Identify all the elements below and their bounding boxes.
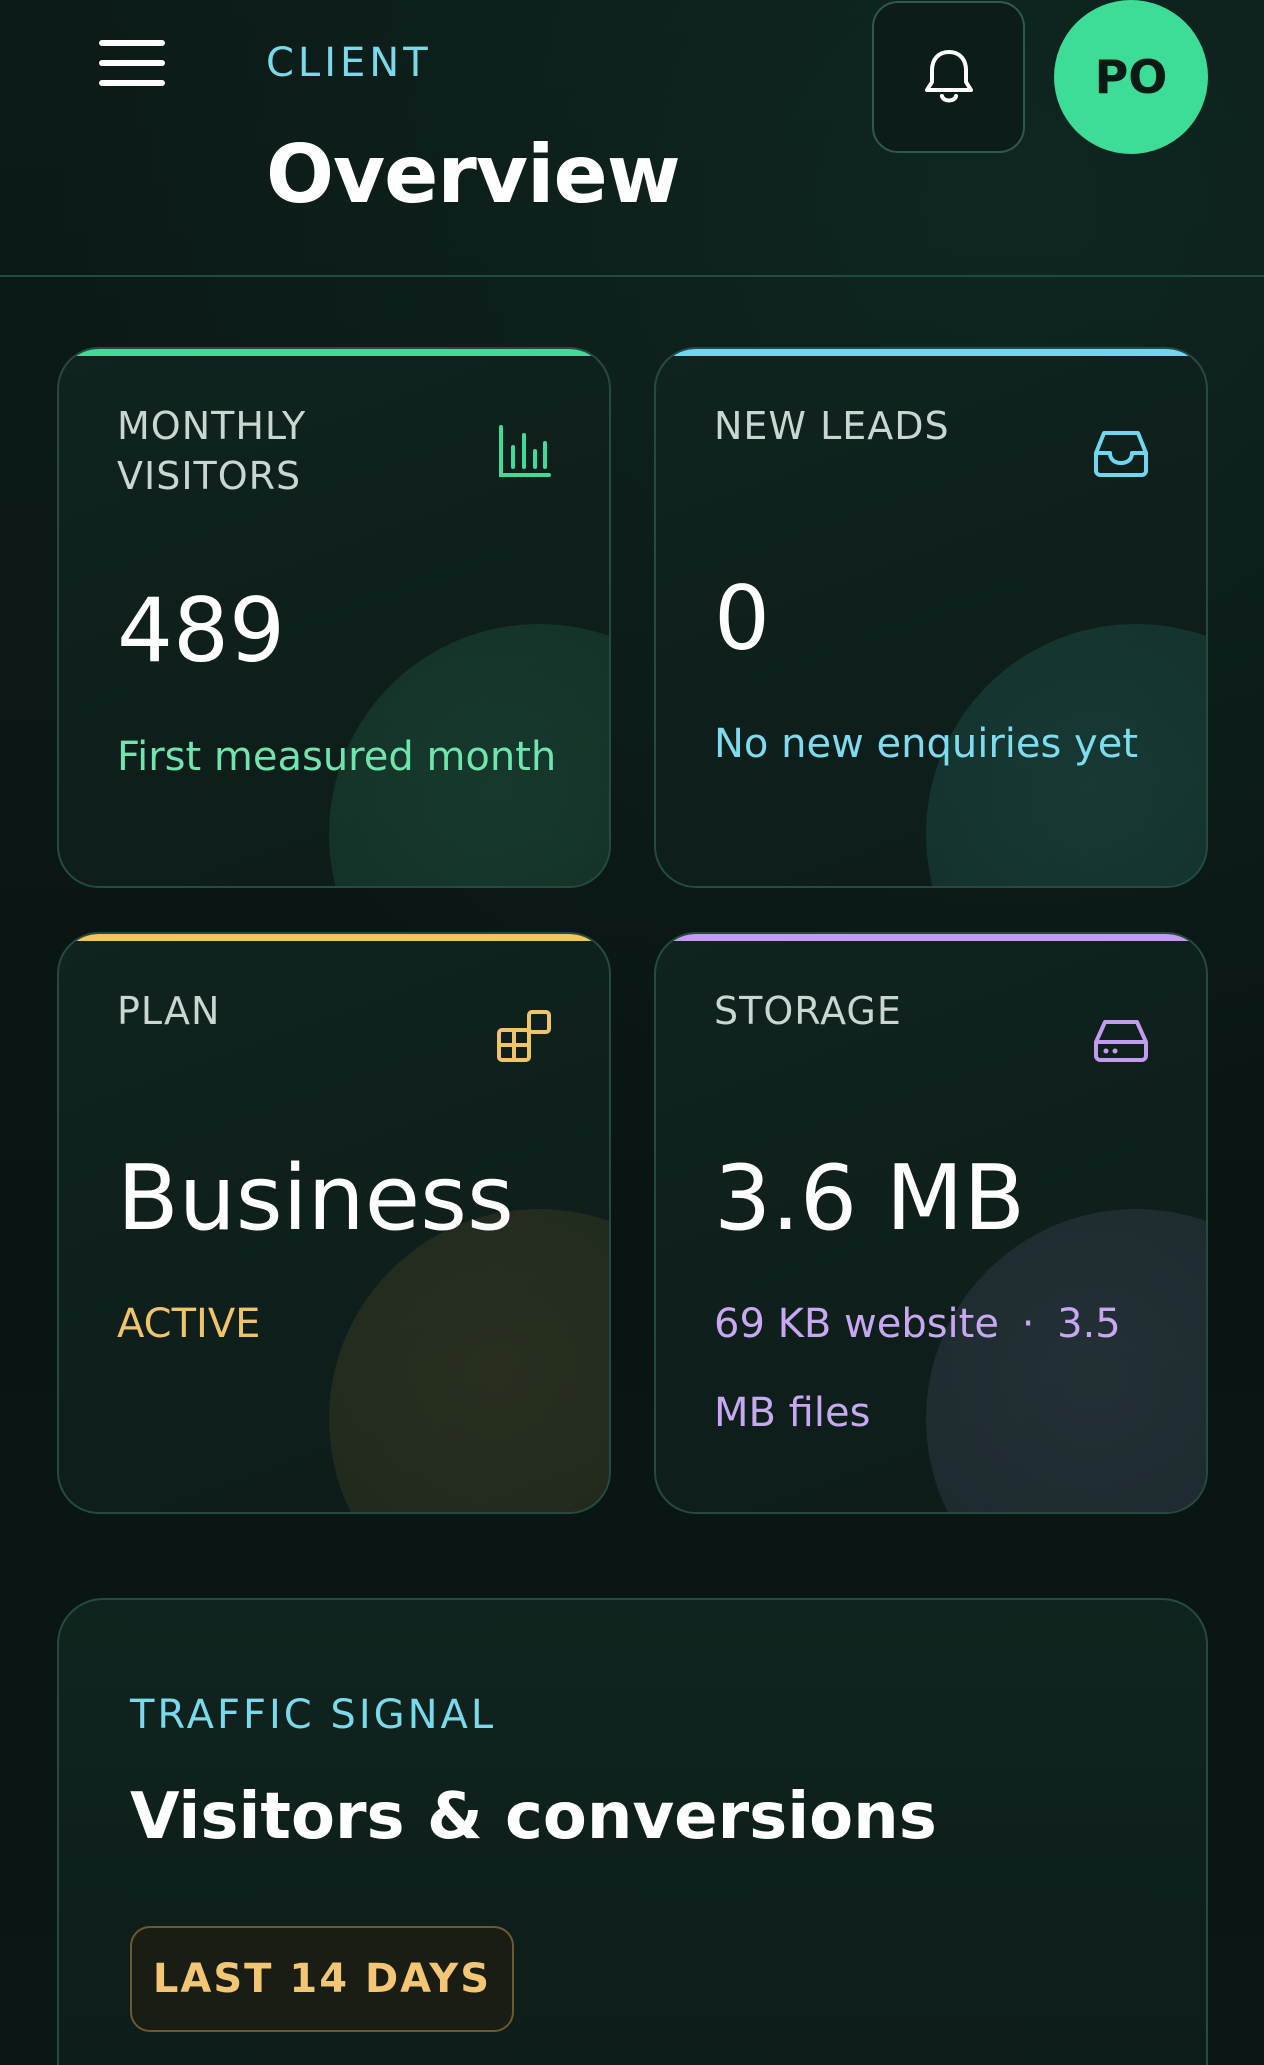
bell-icon <box>924 50 973 103</box>
card-label: NEW LEADS <box>714 404 950 448</box>
visitors-subtext: First measured month <box>117 734 557 780</box>
storage-website-size: 69 KB website <box>714 1301 999 1347</box>
card-accent-bar <box>656 349 1206 356</box>
monthly-visitors-card[interactable]: MONTHLY VISITORS 489 First measured mont… <box>57 347 611 888</box>
panel-eyebrow: TRAFFIC SIGNAL <box>130 1692 497 1738</box>
storage-card[interactable]: STORAGE 3.6 MB 69 KB website · 3.5 MB fi… <box>654 932 1208 1514</box>
panel-title: Visitors & conversions <box>130 1780 937 1854</box>
storage-files-amount: 3.5 <box>1057 1301 1121 1347</box>
user-avatar[interactable]: PO <box>1054 0 1208 154</box>
storage-value: 3.6 MB <box>714 1146 1026 1251</box>
hamburger-icon <box>99 40 165 46</box>
app-header: CLIENT Overview PO <box>0 0 1264 277</box>
header-eyebrow: CLIENT <box>266 40 432 86</box>
card-decoration <box>329 1209 609 1512</box>
storage-breakdown: 69 KB website · 3.5 <box>714 1279 1174 1369</box>
bar-chart-icon <box>499 425 551 477</box>
card-accent-bar <box>59 934 609 941</box>
date-range-chip[interactable]: LAST 14 DAYS <box>130 1926 514 2032</box>
card-label: MONTHLY VISITORS <box>117 404 307 498</box>
blocks-icon <box>497 1010 551 1062</box>
leads-value: 0 <box>714 567 770 670</box>
new-leads-card[interactable]: NEW LEADS 0 No new enquiries yet <box>654 347 1208 888</box>
page-title: Overview <box>266 128 681 221</box>
menu-button[interactable] <box>99 36 167 92</box>
hard-drive-icon <box>1094 1020 1148 1062</box>
card-label: PLAN <box>117 989 221 1033</box>
traffic-signal-panel: TRAFFIC SIGNAL Visitors & conversions LA… <box>57 1598 1208 2065</box>
notifications-button[interactable] <box>872 1 1025 153</box>
plan-status: ACTIVE <box>117 1301 261 1347</box>
visitors-value: 489 <box>117 579 285 682</box>
card-accent-bar <box>59 349 609 356</box>
storage-separator: · <box>1021 1301 1035 1347</box>
storage-files-unit: MB files <box>714 1390 871 1436</box>
card-accent-bar <box>656 934 1206 941</box>
plan-value: Business <box>117 1146 514 1251</box>
leads-subtext: No new enquiries yet <box>714 721 1139 767</box>
card-label: STORAGE <box>714 989 902 1033</box>
inbox-icon <box>1094 431 1148 477</box>
plan-card[interactable]: PLAN Business ACTIVE <box>57 932 611 1514</box>
